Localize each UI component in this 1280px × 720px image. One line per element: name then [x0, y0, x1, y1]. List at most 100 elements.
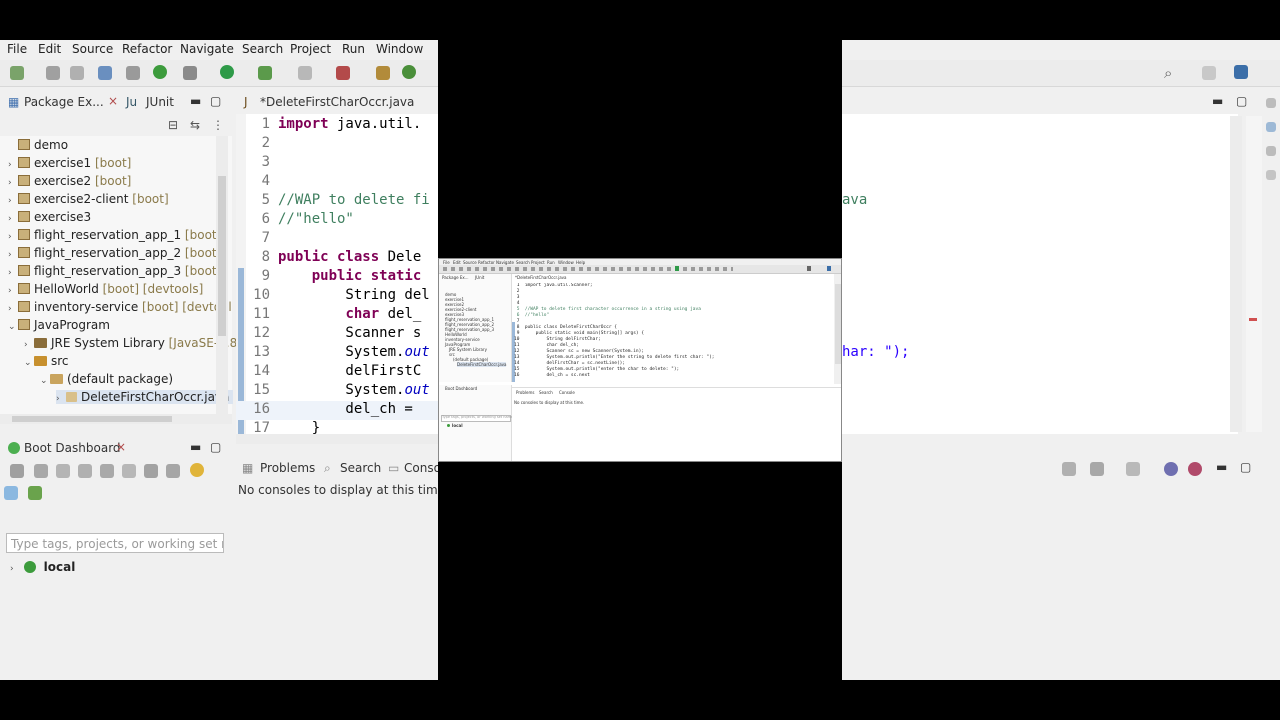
- list-item[interactable]: › exercise1 [boot]: [8, 156, 131, 170]
- save-all-icon[interactable]: [70, 66, 84, 80]
- console-icon[interactable]: [100, 464, 114, 478]
- menu-edit[interactable]: Edit: [31, 41, 68, 57]
- minimize-icon[interactable]: ▬: [190, 440, 201, 454]
- list-item[interactable]: › inventory-service [boot] [devtool: [8, 300, 232, 314]
- expand-icon[interactable]: [4, 486, 18, 500]
- editor-controls: ▬ ▢: [842, 92, 1252, 114]
- list-item[interactable]: › flight_reservation_app_3 [boot]: [8, 264, 221, 278]
- tree-hscrollbar[interactable]: [0, 414, 232, 424]
- skip-icon[interactable]: [126, 66, 140, 80]
- code-line: 8 public class Dele: [261, 249, 422, 265]
- outline-icon[interactable]: [1266, 98, 1276, 108]
- tab-boot-dashboard[interactable]: Boot Dashboard: [24, 441, 121, 455]
- maximize-icon[interactable]: ▢: [210, 440, 221, 454]
- collapse-all-icon[interactable]: ⊟: [168, 118, 178, 132]
- menu-navigate[interactable]: Navigate: [173, 41, 241, 57]
- tree-scrollbar[interactable]: [216, 136, 228, 414]
- list-item-selected[interactable]: › DeleteFirstCharOccr.java: [56, 390, 234, 404]
- menu-run[interactable]: Run: [335, 41, 372, 57]
- tab-editor[interactable]: *DeleteFirstCharOccr.java: [260, 95, 414, 109]
- maximize-icon[interactable]: ▢: [1240, 460, 1251, 474]
- restore-icon[interactable]: [1266, 146, 1276, 156]
- save-icon[interactable]: [46, 66, 60, 80]
- project-icon: [18, 301, 30, 312]
- list-item[interactable]: › exercise2-client [boot]: [8, 192, 169, 206]
- list-item[interactable]: › exercise2 [boot]: [8, 174, 131, 188]
- bulb-icon[interactable]: [190, 463, 204, 477]
- display-console-icon[interactable]: [1090, 462, 1104, 476]
- coverage-icon[interactable]: [258, 66, 272, 80]
- restart-icon[interactable]: [34, 464, 48, 478]
- menu-search[interactable]: Search: [235, 41, 290, 57]
- tab-junit[interactable]: JUnit: [146, 95, 174, 109]
- stop-icon[interactable]: [56, 464, 70, 478]
- external-tools-icon[interactable]: [336, 66, 350, 80]
- thumb-editor: *DeleteFirstCharOccr.java 1 import java.…: [512, 274, 834, 384]
- search-icon[interactable]: ⌕: [1164, 64, 1172, 82]
- local-node[interactable]: › local: [10, 560, 75, 574]
- left-ide-panel: File Edit Source Refactor Navigate Searc…: [0, 40, 438, 680]
- code-line: 2: [261, 135, 270, 151]
- add-icon[interactable]: [28, 486, 42, 500]
- list-item[interactable]: demo: [8, 138, 68, 152]
- maximize-icon[interactable]: ▢: [210, 94, 221, 108]
- edit-icon[interactable]: [144, 464, 158, 478]
- refresh-icon[interactable]: [402, 65, 416, 79]
- config-icon[interactable]: [122, 464, 136, 478]
- code-editor-right[interactable]: [842, 114, 1238, 434]
- boot-dashboard-toolbar: [0, 460, 232, 506]
- list-item[interactable]: › flight_reservation_app_2 [boot]: [8, 246, 221, 260]
- boot-console-icon[interactable]: [1164, 462, 1178, 476]
- tab-problems[interactable]: Problems: [260, 461, 315, 475]
- boot-console-2-icon[interactable]: [1188, 462, 1202, 476]
- menu-source[interactable]: Source: [65, 41, 120, 57]
- perspective-icon[interactable]: [1202, 66, 1216, 80]
- list-item[interactable]: › flight_reservation_app_1 [boot]: [8, 228, 221, 242]
- new-java-project-icon[interactable]: [376, 66, 390, 80]
- maximize-icon[interactable]: ▢: [1236, 94, 1247, 108]
- start-icon[interactable]: [10, 464, 24, 478]
- stop-icon[interactable]: [298, 66, 312, 80]
- properties-icon[interactable]: [166, 464, 180, 478]
- menu-window[interactable]: Window: [369, 41, 430, 57]
- editor-vscrollbar[interactable]: [1230, 116, 1242, 432]
- project-icon: [18, 265, 30, 276]
- list-item[interactable]: ⌄ (default package): [40, 372, 173, 386]
- open-browser-icon[interactable]: [78, 464, 92, 478]
- tab-package-explorer[interactable]: Package Ex...: [24, 95, 104, 109]
- debug-icon[interactable]: [183, 66, 197, 80]
- code-line: 14 delFirstC: [253, 363, 422, 379]
- editor-hscrollbar[interactable]: [236, 434, 438, 444]
- menu-refactor[interactable]: Refactor: [115, 41, 179, 57]
- tab-console[interactable]: Conso: [404, 461, 438, 475]
- minimize-icon[interactable]: ▬: [1212, 94, 1223, 108]
- console-icon: ▭: [388, 461, 400, 475]
- code-line: 3: [261, 154, 270, 170]
- thumb-code-line: 16 del_ch = sc.next: [514, 373, 590, 378]
- view-menu-icon[interactable]: ⋮: [212, 118, 224, 132]
- tab-search[interactable]: Search: [340, 461, 381, 475]
- close-icon[interactable]: ×: [116, 440, 126, 454]
- run-icon[interactable]: [220, 65, 234, 79]
- minimize-icon[interactable]: ▬: [190, 94, 201, 108]
- menu-file[interactable]: File: [0, 41, 34, 57]
- code-line: 7: [261, 230, 270, 246]
- filter-input[interactable]: Type tags, projects, or working set name: [6, 533, 224, 553]
- close-icon[interactable]: ×: [108, 94, 118, 108]
- task-icon[interactable]: [1266, 122, 1276, 132]
- link-editor-icon[interactable]: ⇆: [190, 118, 200, 132]
- pin-console-icon[interactable]: [1062, 462, 1076, 476]
- list-item[interactable]: › HelloWorld [boot] [devtools]: [8, 282, 203, 296]
- list-item[interactable]: › JRE System Library [JavaSE-1.8: [24, 336, 237, 350]
- boot-icon[interactable]: [153, 65, 167, 79]
- list-item[interactable]: › exercise3: [8, 210, 91, 224]
- new-console-icon[interactable]: [1126, 462, 1140, 476]
- terminal-icon[interactable]: [98, 66, 112, 80]
- view-icon[interactable]: [1266, 170, 1276, 180]
- new-icon[interactable]: [10, 66, 24, 80]
- minimize-icon[interactable]: ▬: [1216, 460, 1227, 474]
- menu-project[interactable]: Project: [283, 41, 338, 57]
- list-item[interactable]: ⌄ JavaProgram: [8, 318, 110, 332]
- list-item[interactable]: ⌄ src: [24, 354, 69, 368]
- java-perspective-icon[interactable]: [1234, 65, 1248, 79]
